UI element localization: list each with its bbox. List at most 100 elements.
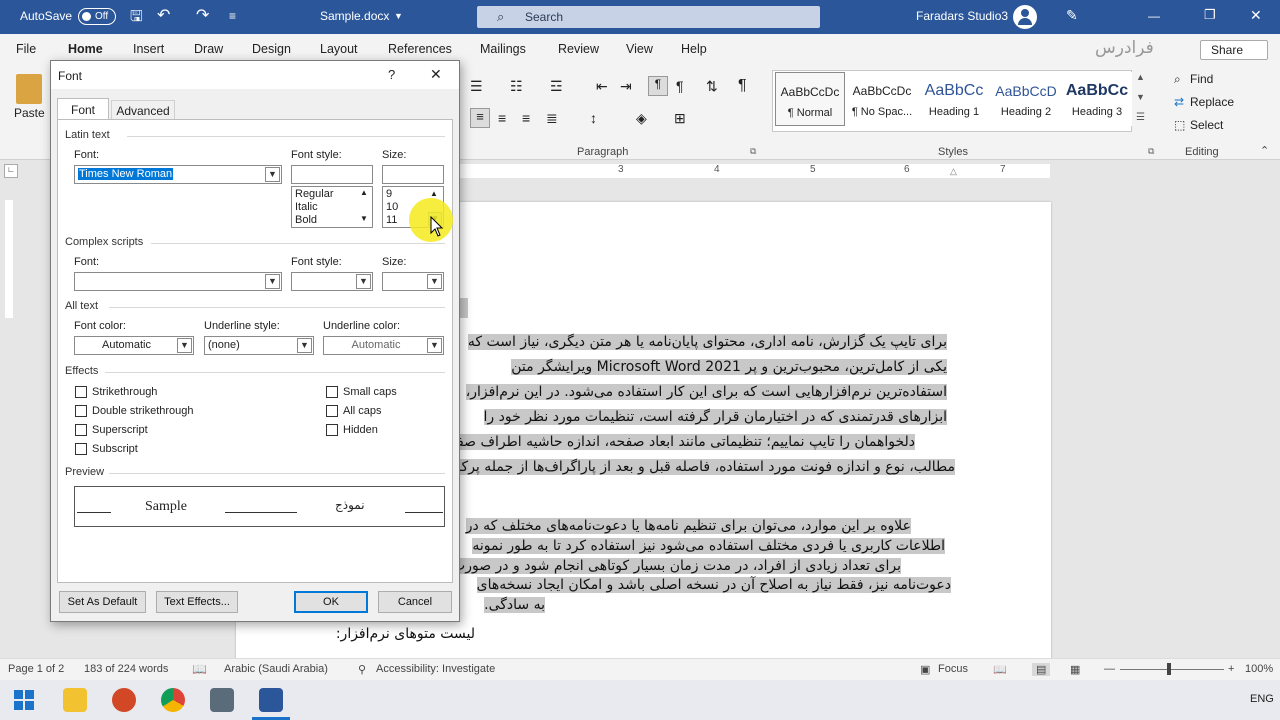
select-label[interactable]: Select [1190, 118, 1223, 132]
word-count[interactable]: 183 of 224 words [84, 663, 168, 675]
paste-icon[interactable] [16, 74, 42, 104]
styles-scroll-down-icon[interactable]: ▼ [1136, 92, 1145, 102]
chevron-down-icon[interactable]: ▼ [297, 338, 312, 353]
double-strikethrough-label[interactable]: Double strikethrough [92, 405, 194, 417]
replace-icon[interactable]: ⇄ [1174, 95, 1184, 109]
all-caps-label[interactable]: All caps [343, 405, 382, 417]
close-icon[interactable]: ✕ [1250, 7, 1262, 24]
set-as-default-button[interactable]: Set As Default [59, 591, 146, 613]
powerpoint-icon[interactable] [112, 688, 136, 712]
user-name[interactable]: Faradars Studio3 [916, 9, 1008, 23]
web-layout-icon[interactable]: ▦ [1070, 663, 1080, 676]
size-input[interactable] [382, 165, 444, 184]
underline-color-combo[interactable]: Automatic [323, 336, 444, 355]
hidden-label[interactable]: Hidden [343, 424, 378, 436]
share-button[interactable]: Share [1200, 40, 1268, 60]
chevron-down-icon[interactable]: ▼ [427, 274, 442, 289]
multilevel-list-icon[interactable]: ☲ [550, 78, 563, 95]
zoom-level[interactable]: 100% [1245, 663, 1273, 675]
page-count[interactable]: Page 1 of 2 [8, 663, 64, 675]
line-spacing-icon[interactable]: ↕ [590, 110, 597, 126]
replace-label[interactable]: Replace [1190, 95, 1234, 109]
avatar[interactable] [1013, 5, 1037, 29]
read-mode-icon[interactable]: 📖 [993, 663, 1007, 676]
select-icon[interactable]: ⬚ [1174, 118, 1185, 132]
tab-draw[interactable]: Draw [194, 42, 223, 56]
tab-home[interactable]: Home [68, 42, 103, 56]
font-style-input[interactable] [291, 165, 373, 184]
tab-help[interactable]: Help [681, 42, 707, 56]
accessibility-status[interactable]: Accessibility: Investigate [376, 663, 495, 675]
strikethrough-checkbox[interactable] [75, 386, 87, 398]
style-heading-1[interactable]: AaBbCc Heading 1 [919, 72, 989, 126]
justify-icon[interactable]: ≣ [546, 110, 558, 127]
chevron-down-icon[interactable]: ▼ [177, 338, 192, 353]
style-heading-2[interactable]: AaBbCcD Heading 2 [991, 72, 1061, 126]
small-caps-checkbox[interactable] [326, 386, 338, 398]
styles-scroll-up-icon[interactable]: ▲ [1136, 72, 1145, 82]
collapse-ribbon-icon[interactable]: ⌃ [1260, 144, 1269, 157]
complex-font-combo[interactable] [74, 272, 282, 291]
search-box[interactable]: ⌕ Search [477, 6, 820, 28]
style-no-spacing[interactable]: AaBbCcDc ¶ No Spac... [847, 72, 917, 126]
input-language[interactable]: ENG [1250, 693, 1274, 705]
tab-design[interactable]: Design [252, 42, 291, 56]
borders-icon[interactable]: ⊞ [674, 110, 686, 127]
close-icon[interactable]: ✕ [430, 66, 442, 83]
zoom-slider-thumb[interactable] [1167, 663, 1171, 675]
accessibility-icon[interactable]: ⚲ [358, 663, 366, 676]
restore-icon[interactable]: ❐ [1204, 7, 1216, 23]
undo-icon[interactable]: ↶ [157, 5, 170, 25]
superscript-checkbox[interactable] [75, 424, 87, 436]
align-right-icon[interactable]: ≡ [522, 110, 530, 126]
chevron-down-icon[interactable]: ▼ [356, 274, 371, 289]
ltr-direction-icon[interactable]: ¶ [676, 78, 684, 94]
indent-marker-icon[interactable]: △ [950, 166, 957, 177]
subscript-label[interactable]: Subscript [92, 443, 138, 455]
tab-advanced[interactable]: Advanced [111, 100, 175, 120]
all-caps-checkbox[interactable] [326, 405, 338, 417]
show-marks-icon[interactable]: ¶ [738, 77, 747, 95]
focus-label[interactable]: Focus [938, 663, 968, 675]
rtl-direction-icon[interactable]: ¶ [648, 76, 668, 96]
chevron-down-icon[interactable]: ▼ [427, 338, 442, 353]
help-icon[interactable]: ? [388, 67, 395, 82]
tab-references[interactable]: References [388, 42, 452, 56]
document-title[interactable]: Sample.docx [320, 9, 389, 23]
autosave-toggle[interactable]: Off [78, 8, 116, 25]
small-caps-label[interactable]: Small caps [343, 386, 397, 398]
subscript-checkbox[interactable] [75, 443, 87, 455]
find-icon[interactable]: ⌕ [1174, 72, 1181, 87]
style-normal[interactable]: AaBbCcDc ¶ Normal [775, 72, 845, 126]
file-explorer-icon[interactable] [63, 688, 87, 712]
tab-file[interactable]: File [16, 42, 36, 56]
scroll-down-icon[interactable]: ▼ [360, 214, 368, 223]
cancel-button[interactable]: Cancel [378, 591, 452, 613]
focus-icon[interactable]: ▣ [920, 663, 930, 676]
language-status[interactable]: Arabic (Saudi Arabia) [224, 663, 328, 675]
ok-button[interactable]: OK [294, 591, 368, 613]
windows-start-icon[interactable] [14, 690, 34, 710]
font-name-combo[interactable]: Times New Roman [74, 165, 282, 184]
tab-mailings[interactable]: Mailings [480, 42, 526, 56]
style-heading-3[interactable]: AaBbCc Heading 3 [1062, 72, 1132, 126]
numbering-icon[interactable]: ☷ [510, 78, 523, 95]
redo-icon[interactable]: ↷ [196, 5, 209, 25]
save-icon[interactable]: 🖫 [130, 6, 143, 31]
chrome-icon[interactable] [161, 688, 185, 712]
zoom-in-icon[interactable]: + [1228, 663, 1234, 675]
styles-dialog-launcher-icon[interactable]: ⧉ [1148, 146, 1154, 157]
horizontal-ruler[interactable]: 3 4 5 6 7 △ [460, 164, 1050, 178]
customize-toolbar-icon[interactable]: ≡ [229, 9, 236, 23]
word-icon[interactable] [259, 688, 283, 712]
superscript-label[interactable]: Superscript [92, 424, 148, 436]
pen-icon[interactable]: ✎ [1066, 7, 1078, 24]
styles-more-icon[interactable]: ☰ [1136, 112, 1145, 123]
align-left-icon[interactable]: ≡ [470, 108, 490, 128]
shading-icon[interactable]: ◈ [636, 110, 647, 127]
text-effects-button[interactable]: Text Effects... [156, 591, 238, 613]
tab-font[interactable]: Font [57, 98, 109, 120]
style-option-italic[interactable]: Italic [292, 201, 372, 214]
tab-layout[interactable]: Layout [320, 42, 358, 56]
align-center-icon[interactable]: ≡ [498, 110, 506, 126]
